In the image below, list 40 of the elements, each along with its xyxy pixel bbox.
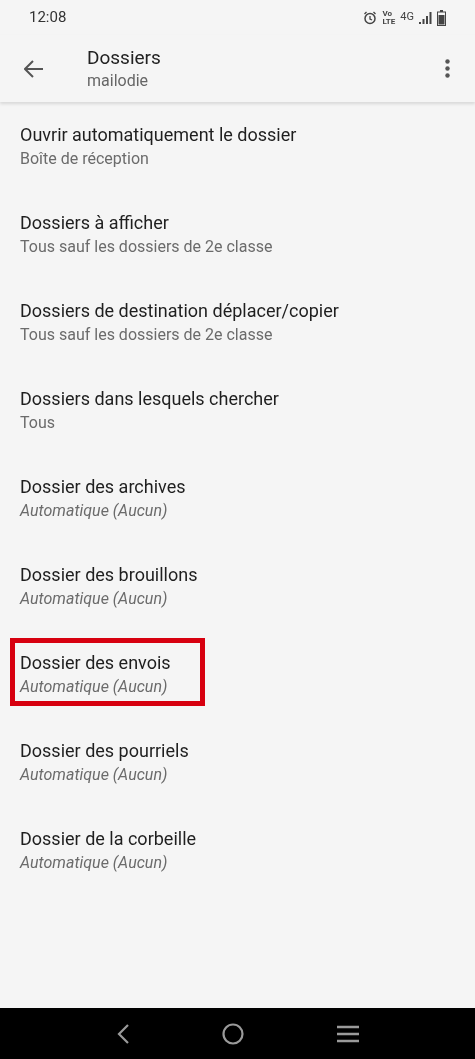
setting-summary: Automatique (Aucun) xyxy=(20,588,169,610)
setting-summary: Automatique (Aucun) xyxy=(20,500,169,522)
volte-label: Vo LTE xyxy=(382,9,396,26)
setting-summary: Automatique (Aucun) xyxy=(20,676,169,698)
setting-summary: Tous xyxy=(20,412,56,434)
more-icon xyxy=(444,59,450,78)
setting-summary: Tous sauf les dossiers de 2e classe xyxy=(20,236,274,258)
settings-item[interactable]: Dossier des pourriels Automatique (Aucun) xyxy=(0,718,475,806)
nav-menu-icon[interactable] xyxy=(336,1024,359,1043)
setting-title: Ouvrir automatiquement le dossier xyxy=(20,123,298,147)
toolbar-subtitle: mailodie xyxy=(87,69,150,92)
setting-title: Dossier des envois xyxy=(20,651,172,675)
signal-icon xyxy=(419,11,432,24)
settings-item[interactable]: Dossiers de destination déplacer/copier Tous sauf les dossiers de 2e classe xyxy=(0,278,475,366)
setting-title: Dossiers dans lesquels chercher xyxy=(20,387,280,411)
setting-title: Dossiers à afficher xyxy=(20,211,170,235)
setting-summary: Tous sauf les dossiers de 2e classe xyxy=(20,324,274,346)
settings-item[interactable]: Ouvrir automatiquement le dossier Boîte de réception xyxy=(0,102,475,190)
setting-title: Dossier des archives xyxy=(20,475,187,499)
status-time: 12:08 xyxy=(29,7,67,29)
network-label: 4G xyxy=(400,9,414,26)
settings-item[interactable]: Dossier de la corbeille Automatique (Aucun) xyxy=(0,806,475,894)
battery-icon xyxy=(437,9,446,26)
settings-item[interactable]: Dossier des brouillons Automatique (Aucun) xyxy=(0,542,475,630)
settings-item[interactable]: Dossiers dans lesquels chercher Tous xyxy=(0,366,475,454)
setting-title: Dossier des brouillons xyxy=(20,563,199,587)
settings-item[interactable]: Dossiers à afficher Tous sauf les dossiers de 2e classe xyxy=(0,190,475,278)
nav-back-icon[interactable] xyxy=(116,1023,131,1044)
nav-home-icon[interactable] xyxy=(222,1022,245,1045)
setting-summary: Automatique (Aucun) xyxy=(20,764,169,786)
settings-item[interactable]: Dossier des envois Automatique (Aucun) xyxy=(0,630,475,718)
alarm-icon xyxy=(363,10,378,25)
setting-title: Dossier de la corbeille xyxy=(20,827,198,851)
setting-summary: Automatique (Aucun) xyxy=(20,852,169,874)
setting-title: Dossiers de destination déplacer/copier xyxy=(20,299,340,323)
settings-item[interactable]: Dossier des archives Automatique (Aucun) xyxy=(0,454,475,542)
toolbar-title: Dossiers xyxy=(87,45,162,70)
setting-title: Dossier des pourriels xyxy=(20,739,190,763)
setting-summary: Boîte de réception xyxy=(20,148,150,170)
back-arrow-icon xyxy=(24,59,44,78)
